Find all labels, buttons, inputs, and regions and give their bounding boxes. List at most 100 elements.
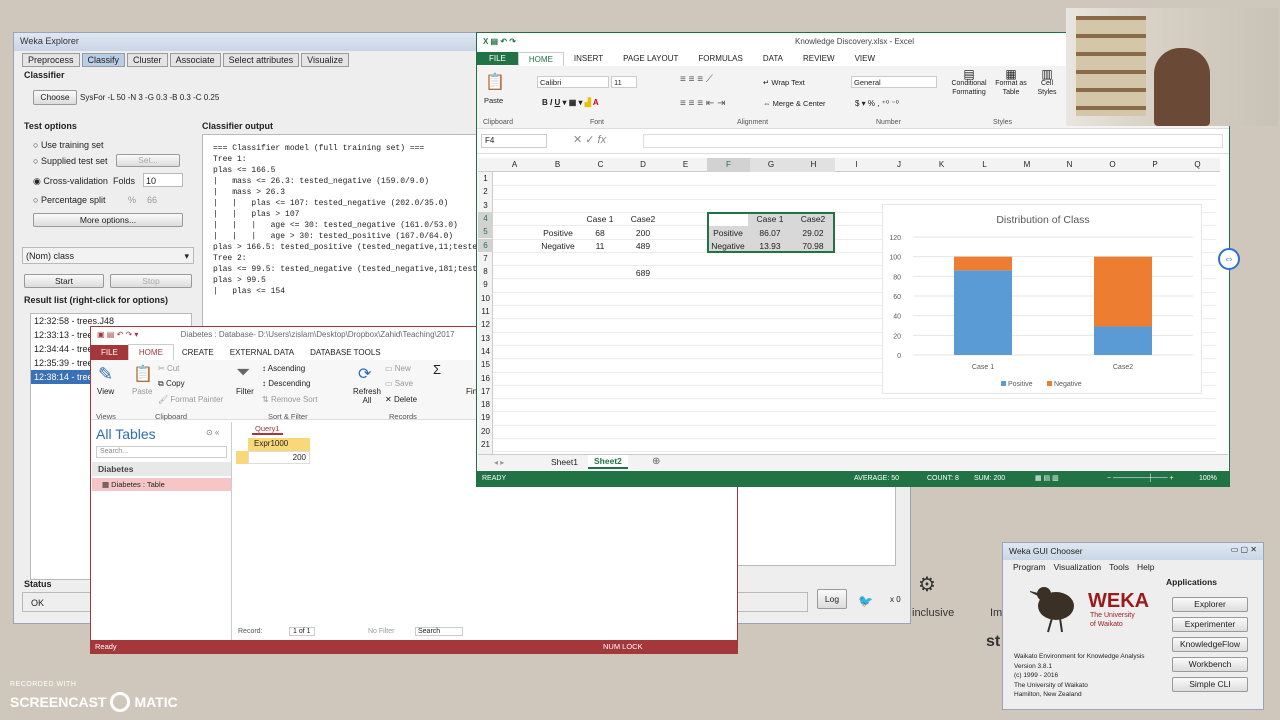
col-i[interactable]: I <box>835 158 878 172</box>
cell-d4[interactable]: Case2 <box>622 213 664 226</box>
start-button[interactable]: Start <box>24 274 104 288</box>
formula-icons[interactable]: ✕ ✓ fx <box>573 133 606 146</box>
col-j[interactable]: J <box>878 158 920 172</box>
delete-record-button[interactable]: ✕ Delete <box>385 395 417 404</box>
wrap-text-button[interactable]: ↵ Wrap Text <box>763 78 805 87</box>
paste-button[interactable]: Paste <box>484 96 503 105</box>
tab-select-attributes[interactable]: Select attributes <box>222 53 300 67</box>
tab-associate[interactable]: Associate <box>169 53 221 67</box>
menu-review[interactable]: REVIEW <box>793 52 845 65</box>
cell-d8[interactable]: 689 <box>622 267 664 280</box>
number-buttons[interactable]: $ ▾ % , ⁺⁰ ⁻⁰ <box>855 99 899 108</box>
menu-tools[interactable]: Tools <box>1109 562 1129 572</box>
cell-styles-button[interactable]: ▥ Cell Styles <box>1031 68 1063 97</box>
column-header[interactable]: Expr1000 <box>248 438 310 451</box>
copy-button[interactable]: ⧉ Copy <box>158 379 185 389</box>
menu-visualization[interactable]: Visualization <box>1054 562 1102 572</box>
row-header[interactable]: 9 <box>478 278 493 291</box>
menu-insert[interactable]: INSERT <box>564 52 613 65</box>
nav-group-diabetes[interactable]: Diabetes <box>92 462 231 476</box>
tab-query1[interactable]: Query1 <box>252 424 283 435</box>
radio-percentage-split[interactable]: ○ Percentage split <box>33 195 105 205</box>
col-n[interactable]: N <box>1048 158 1091 172</box>
row-header[interactable]: 5 <box>478 225 493 239</box>
menu-view[interactable]: VIEW <box>845 52 885 65</box>
row-header[interactable]: 1 <box>478 172 493 185</box>
cell-c6[interactable]: 11 <box>580 240 620 253</box>
row-header[interactable]: 12 <box>478 318 493 331</box>
radio-training[interactable]: ○ Use training set <box>33 140 103 150</box>
cell-c4[interactable]: Case 1 <box>580 213 620 226</box>
cell-g5[interactable]: 86.07 <box>750 227 790 240</box>
tab-visualize[interactable]: Visualize <box>301 53 349 67</box>
col-d[interactable]: D <box>622 158 664 172</box>
folds-input[interactable]: 10 <box>143 173 183 187</box>
query-value[interactable]: 200 <box>248 451 310 464</box>
descending-button[interactable]: ↕ Descending <box>262 379 310 388</box>
explorer-button[interactable]: Explorer <box>1172 597 1248 612</box>
row-header[interactable]: 16 <box>478 372 493 385</box>
accessibility-icon[interactable]: ⇔ <box>1218 248 1240 270</box>
col-o[interactable]: O <box>1091 158 1134 172</box>
ascending-button[interactable]: ↕ Ascending <box>262 364 305 373</box>
class-select[interactable]: (Nom) class ▾ <box>22 247 194 264</box>
classifier-value[interactable]: SysFor -L 50 -N 3 -G 0.3 -B 0.3 -C 0.25 <box>80 93 219 102</box>
view-icons[interactable]: ▦ ▤ ▥ <box>1035 471 1059 487</box>
menu-home[interactable]: HOME <box>517 51 564 66</box>
row-header[interactable]: 10 <box>478 292 493 305</box>
col-l[interactable]: L <box>963 158 1006 172</box>
choose-button[interactable]: Choose <box>33 90 77 105</box>
cell-d5[interactable]: 200 <box>622 227 664 240</box>
log-button[interactable]: Log <box>817 589 847 609</box>
cell-g6[interactable]: 13.93 <box>750 240 790 253</box>
cell-c5[interactable]: 68 <box>580 227 620 240</box>
name-box[interactable]: F4 <box>481 134 547 148</box>
format-painter-button[interactable]: 🖌 Format Painter <box>158 395 223 404</box>
col-e[interactable]: E <box>664 158 707 172</box>
row-header[interactable]: 7 <box>478 252 493 265</box>
menu-help[interactable]: Help <box>1137 562 1154 572</box>
row-header[interactable]: 14 <box>478 345 493 358</box>
cell-f4[interactable] <box>709 214 748 226</box>
record-search[interactable]: Search <box>415 627 463 636</box>
row-header[interactable]: 11 <box>478 305 493 318</box>
row-header[interactable]: 18 <box>478 398 493 411</box>
set-button[interactable]: Set... <box>116 154 180 167</box>
col-a[interactable]: A <box>493 158 536 172</box>
cell-b6[interactable]: Negative <box>538 240 578 253</box>
row-header[interactable]: 20 <box>478 425 493 438</box>
record-position[interactable]: 1 of 1 <box>289 627 315 636</box>
font-name-select[interactable]: Calibri <box>537 76 609 88</box>
conditional-formatting-button[interactable]: ▤ Conditional Formatting <box>947 68 991 97</box>
merge-center-button[interactable]: ⇔ Merge & Center <box>763 99 826 108</box>
no-filter[interactable]: No Filter <box>368 628 394 635</box>
paste-button[interactable]: Paste <box>132 387 152 396</box>
simple-cli-button[interactable]: Simple CLI <box>1172 677 1248 692</box>
menu-formulas[interactable]: FORMULAS <box>688 52 752 65</box>
menu-create[interactable]: CREATE <box>174 345 222 360</box>
tab-preprocess[interactable]: Preprocess <box>22 53 80 67</box>
totals-icon[interactable]: Σ <box>433 362 441 377</box>
formula-input[interactable] <box>643 134 1223 148</box>
cell-f5[interactable]: Positive <box>708 227 748 240</box>
sheet-nav-icons[interactable]: ◂ ▸ <box>494 458 504 467</box>
knowledgeflow-button[interactable]: KnowledgeFlow <box>1172 637 1248 652</box>
window-controls-icon[interactable]: ▭ ▢ ✕ <box>1231 545 1257 554</box>
cell-b5[interactable]: Positive <box>538 227 578 240</box>
cell-d6[interactable]: 489 <box>622 240 664 253</box>
filter-button[interactable]: Filter <box>236 387 254 396</box>
collapse-pane-icon[interactable]: ⊙ « <box>206 428 219 437</box>
row-header[interactable]: 21 <box>478 438 493 451</box>
menu-program[interactable]: Program <box>1013 562 1046 572</box>
chart-area[interactable]: Distribution of Class 120 100 80 60 40 20 0 Case… <box>882 204 1202 394</box>
col-q[interactable]: Q <box>1176 158 1219 172</box>
col-b[interactable]: B <box>536 158 579 172</box>
col-h[interactable]: H <box>792 158 835 172</box>
menu-file[interactable]: FILE <box>91 344 128 360</box>
experimenter-button[interactable]: Experimenter <box>1172 617 1248 632</box>
col-c[interactable]: C <box>579 158 622 172</box>
remove-sort-button[interactable]: ⇅ Remove Sort <box>262 395 318 404</box>
row-header[interactable]: 8 <box>478 265 493 278</box>
zoom-slider[interactable]: − ───────┼─── + <box>1107 471 1174 487</box>
cell-f6[interactable]: Negative <box>708 240 748 253</box>
